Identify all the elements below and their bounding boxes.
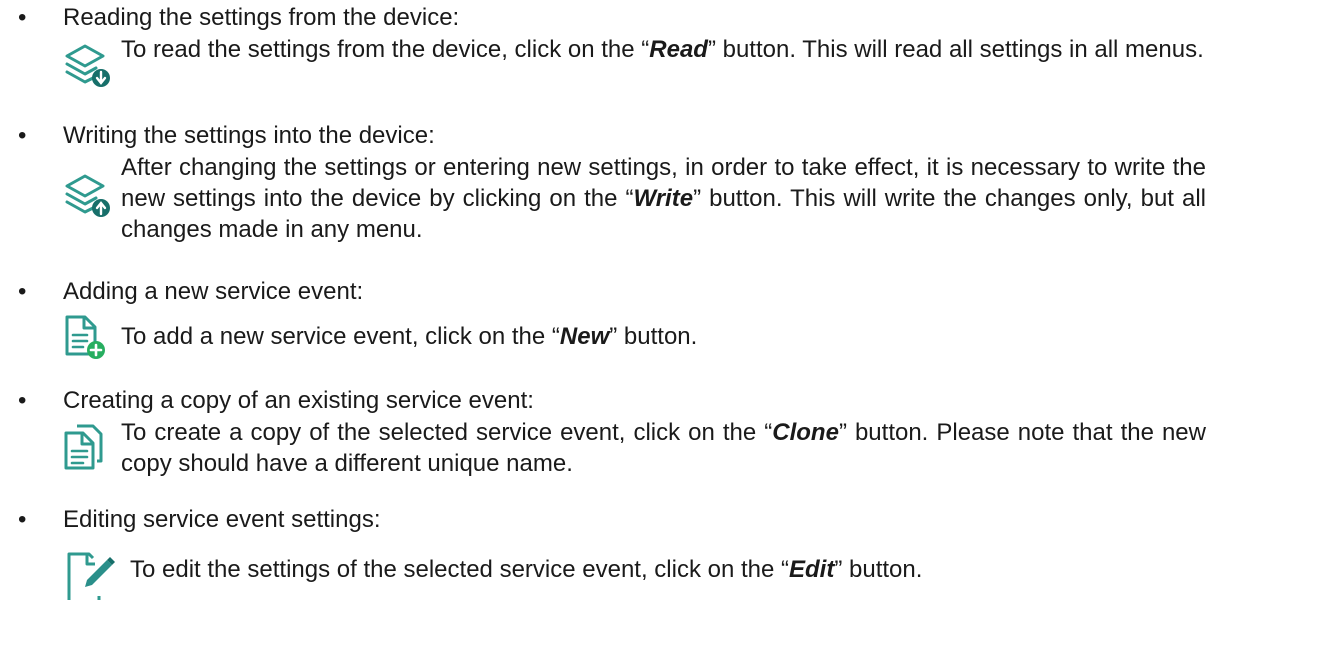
item-heading: Editing service event settings: [63,506,381,533]
new-document-icon[interactable] [63,314,107,360]
bullet: • [18,506,27,533]
bullet: • [18,122,27,149]
description-text: ” button. [609,323,698,350]
edit-button-label: Edit [789,556,835,583]
write-settings-item: • Writing the settings into the device: … [0,120,1344,248]
new-button-label: New [559,323,610,350]
read-button-label: Read [649,36,708,63]
bullet: • [18,4,27,31]
description-text: To edit the settings of the selected ser… [130,556,790,583]
clone-button-label: Clone [772,419,839,446]
new-event-item: • Adding a new service event: To add a n… [0,276,1344,364]
read-settings-item: • Reading the settings from the device: … [0,2,1344,98]
description-text: ” button. This will read all settings in… [707,36,1204,63]
edit-event-item: • Editing service event settings: To edi… [0,504,1344,606]
description-text: To read the settings from the device, cl… [121,36,650,63]
read-settings-icon[interactable] [63,42,115,92]
item-description: To edit the settings of the selected ser… [130,554,1215,585]
item-description: To create a copy of the selected service… [121,417,1206,479]
item-heading: Adding a new service event: [63,278,364,305]
write-button-label: Write [633,185,694,212]
item-heading: Writing the settings into the device: [63,122,435,149]
clone-document-icon[interactable] [63,423,109,473]
clone-event-item: • Creating a copy of an existing service… [0,385,1344,481]
item-description: To read the settings from the device, cl… [121,34,1206,65]
item-heading: Reading the settings from the device: [63,4,460,31]
item-heading: Creating a copy of an existing service e… [63,387,534,414]
write-settings-icon[interactable] [63,172,115,222]
edit-document-icon[interactable] [63,550,117,606]
item-description: To add a new service event, click on the… [121,321,1206,352]
description-text: ” button. [834,556,923,583]
bullet: • [18,387,27,414]
description-text: To create a copy of the selected service… [121,419,773,446]
item-description: After changing the settings or entering … [121,152,1206,245]
bullet: • [18,278,27,305]
description-text: To add a new service event, click on the… [121,323,560,350]
